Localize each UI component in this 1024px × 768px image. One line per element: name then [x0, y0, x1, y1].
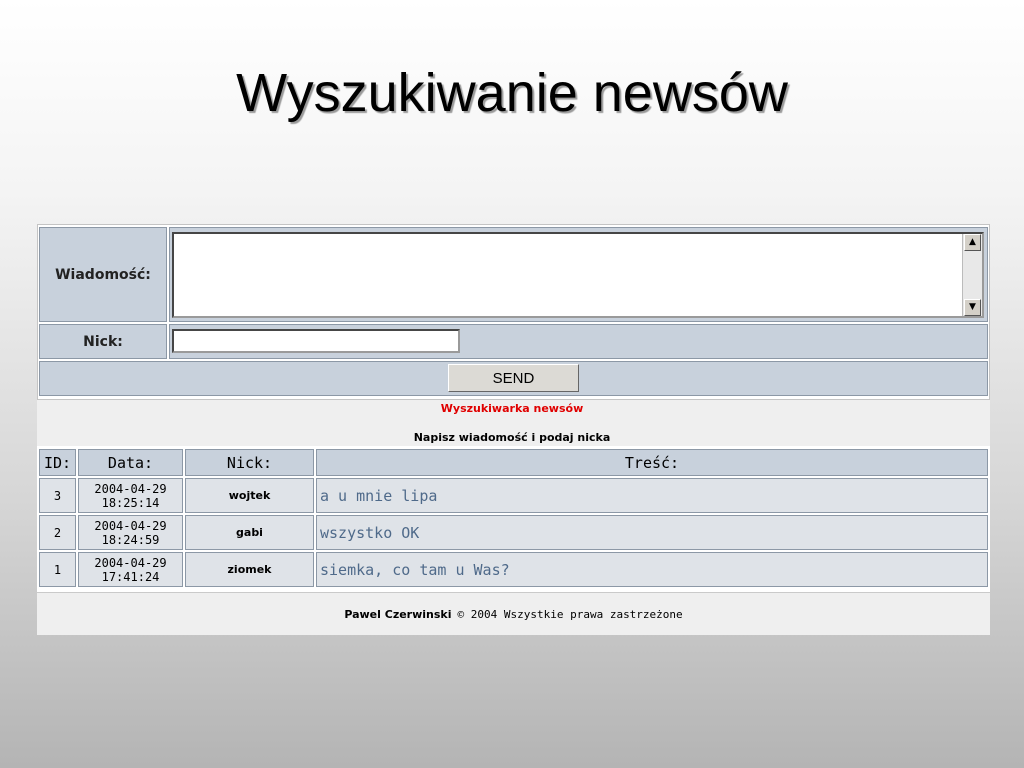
header-nick: Nick: — [185, 449, 314, 476]
row-date-time: 18:24:59 — [101, 532, 160, 547]
info-subtitle: Napisz wiadomość i podaj nicka — [413, 431, 611, 444]
message-textarea[interactable]: ▲ ▼ — [172, 232, 984, 318]
row-nick: wojtek — [185, 478, 314, 513]
row-date: 2004-04-29 17:41:24 — [78, 552, 183, 587]
row-nick: ziomek — [185, 552, 314, 587]
row-message: siemka, co tam u Was? — [316, 552, 988, 587]
row-date-day: 2004-04-29 — [94, 555, 167, 570]
info-title: Wyszukiwarka newsów — [440, 402, 584, 415]
row-message: a u mnie lipa — [316, 478, 988, 513]
row-date-time: 17:41:24 — [101, 569, 160, 584]
header-message: Treść: — [316, 449, 988, 476]
row-date-day: 2004-04-29 — [94, 481, 167, 496]
row-date-time: 18:25:14 — [101, 495, 160, 510]
row-date: 2004-04-29 18:24:59 — [78, 515, 183, 550]
scroll-down-icon[interactable]: ▼ — [964, 299, 981, 316]
row-date: 2004-04-29 18:25:14 — [78, 478, 183, 513]
scroll-up-icon[interactable]: ▲ — [964, 234, 981, 251]
row-date-day: 2004-04-29 — [94, 518, 167, 533]
header-date: Data: — [78, 449, 183, 476]
nick-input[interactable] — [172, 329, 460, 353]
nick-label: Nick: — [39, 324, 167, 359]
footer-copyright: © 2004 Wszystkie prawa zastrzeżone — [457, 607, 683, 621]
header-id: ID: — [39, 449, 76, 476]
textarea-scrollbar[interactable]: ▲ ▼ — [962, 234, 982, 316]
footer: Pawel Czerwinski © 2004 Wszystkie prawa … — [37, 593, 990, 635]
message-label: Wiadomość: — [39, 227, 167, 322]
footer-author: Pawel Czerwinski — [344, 607, 452, 621]
row-id: 1 — [39, 552, 76, 587]
row-message: wszystko OK — [316, 515, 988, 550]
slide-title: Wyszukiwanie newsów — [236, 63, 788, 123]
row-nick: gabi — [185, 515, 314, 550]
row-id: 3 — [39, 478, 76, 513]
send-button[interactable]: SEND — [448, 364, 579, 392]
row-id: 2 — [39, 515, 76, 550]
